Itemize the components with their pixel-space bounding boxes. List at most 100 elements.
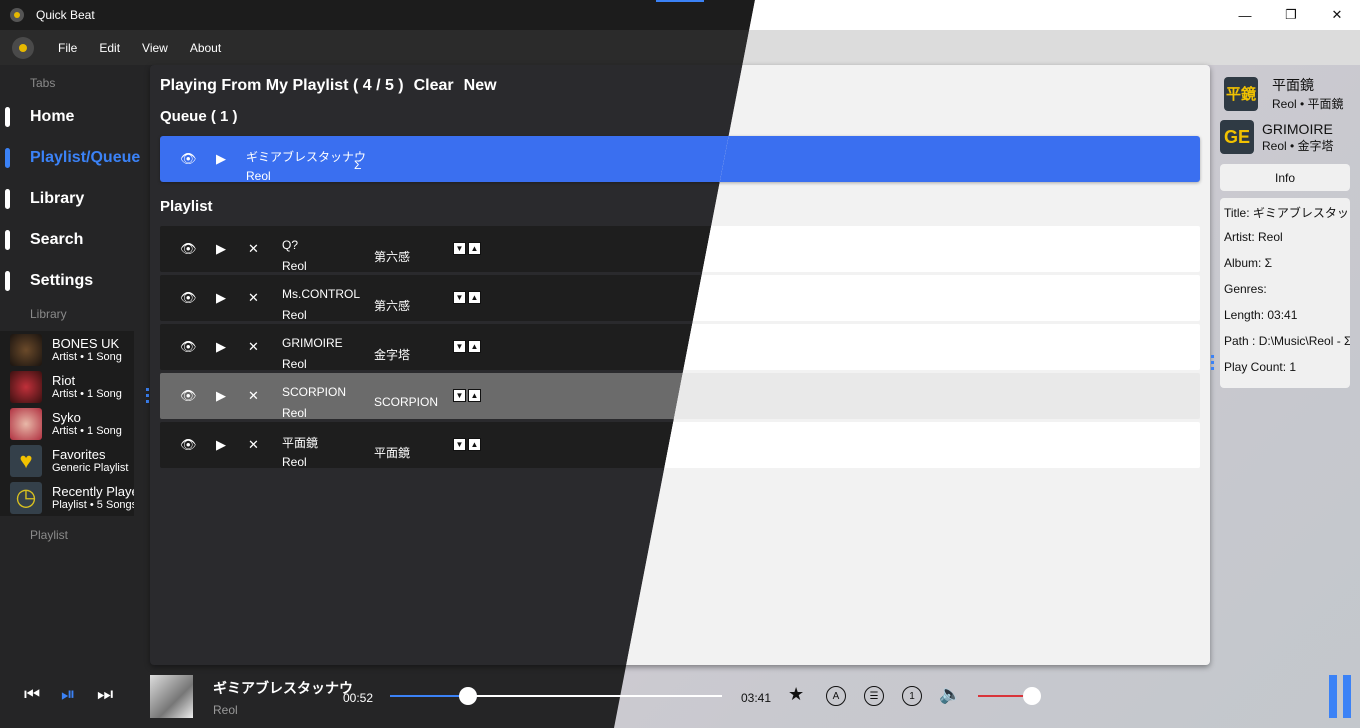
move-down-icon[interactable]: ▼ [453,438,466,451]
remove-icon[interactable]: ✕ [248,241,259,257]
tab-label: Home [30,108,75,125]
track-album: SCORPION [374,395,439,409]
duration-time: 03:41 [741,691,772,705]
item-name: Syko [52,410,81,425]
track-album: 金字塔 [374,348,411,362]
library-item[interactable]: SykoArtist • 1 Song [0,405,134,442]
library-item[interactable]: ◷ Recently PlayedPlaylist • 5 Songs [0,479,134,516]
library-item[interactable]: ♥ FavoritesGeneric Playlist [0,442,134,479]
eye-icon[interactable]: 👁 [180,437,197,453]
move-up-icon[interactable]: ▲ [468,242,481,255]
minimize-button[interactable]: — [1222,0,1268,30]
move-down-icon[interactable]: ▼ [453,242,466,255]
eye-icon[interactable]: 👁 [180,241,197,257]
recent-track[interactable]: 平鏡 平面鏡 Reol • 平面鏡 [1224,75,1344,112]
next-icon[interactable]: ⏭ [97,684,113,705]
track-album: Σ [354,158,362,172]
track-info: Title: ギミアブレスタッナウ Artist: Reol Album: Σ … [1220,198,1350,388]
play-pause-icon[interactable]: ⏯ [61,684,75,705]
play-icon[interactable]: ▶ [216,388,226,404]
library-item[interactable]: RiotArtist • 1 Song [0,368,134,405]
track-title: SCORPION [282,385,347,399]
clock-icon: ◷ [10,481,42,514]
move-down-icon[interactable]: ▼ [453,291,466,304]
tab-label: Library [30,190,85,207]
play-icon[interactable]: ▶ [216,241,226,257]
maximize-button[interactable]: ❐ [1268,0,1314,30]
remove-icon[interactable]: ✕ [248,388,259,404]
recent-sub: Reol • 平面鏡 [1272,97,1344,111]
sidebar: Tabs Home Playlist/Queue Library Search … [0,65,150,665]
track-album: 第六感 [374,250,411,264]
menu-about[interactable]: About [190,41,221,55]
repeat-one-icon[interactable]: 1 [902,686,922,706]
library-label: Library [30,307,67,321]
move-up-icon[interactable]: ▲ [468,389,481,402]
playlist-label: Playlist [30,528,69,542]
disc-logo-icon [12,36,34,59]
autoplay-icon[interactable]: A [826,686,846,706]
new-button[interactable]: New [464,77,497,94]
recent-track[interactable]: GE GRIMOIREReol • 金字塔 [1220,120,1334,154]
recent-sub: Reol • 金字塔 [1262,138,1334,153]
recent-title: 平面鏡 [1272,77,1314,93]
seek-fill [390,695,469,697]
info-genres: Genres: [1224,282,1267,296]
remove-icon[interactable]: ✕ [248,437,259,453]
menu-file[interactable]: File [58,41,77,55]
eye-icon[interactable]: 👁 [180,388,197,404]
right-resize-handle[interactable] [1211,355,1214,371]
track-title: GRIMOIRE [282,336,343,350]
track-title: 平面鏡 [282,436,319,450]
move-down-icon[interactable]: ▼ [453,389,466,402]
play-icon[interactable]: ▶ [216,290,226,306]
tab-playlist-queue[interactable]: Playlist/Queue [0,143,140,173]
item-sub: Artist • 1 Song [52,351,122,363]
volume-thumb[interactable] [1023,687,1041,705]
window-title: Quick Beat [36,8,95,22]
clear-button[interactable]: Clear [414,77,454,94]
recent-title: GRIMOIRE [1262,120,1333,137]
tab-settings[interactable]: Settings [0,266,93,296]
tab-library[interactable]: Library [0,184,84,214]
previous-icon[interactable]: ⏮ [24,684,40,705]
eye-icon[interactable]: 👁 [180,290,197,306]
item-name: Recently Played [52,484,134,499]
play-icon[interactable]: ▶ [216,437,226,453]
menu-edit[interactable]: Edit [99,41,120,55]
library-list: BONES UKArtist • 1 Song RiotArtist • 1 S… [0,331,134,516]
seek-thumb[interactable] [459,687,478,705]
elapsed-time: 00:52 [343,691,374,705]
queue-heading: Queue ( 1 ) [160,108,238,125]
artist-thumbnail [10,407,42,440]
move-up-icon[interactable]: ▲ [468,291,481,304]
volume-icon[interactable]: 🔈 [939,684,961,705]
item-sub: Playlist • 5 Songs [52,499,134,511]
remove-icon[interactable]: ✕ [248,339,259,355]
remove-icon[interactable]: ✕ [248,290,259,306]
track-album: 平面鏡 [374,446,411,460]
eye-icon[interactable]: 👁 [180,151,197,167]
heart-icon: ♥ [10,444,42,477]
move-up-icon[interactable]: ▲ [468,340,481,353]
tab-home[interactable]: Home [0,102,74,132]
artist-thumbnail [10,370,42,403]
info-button[interactable]: Info [1220,164,1350,191]
move-up-icon[interactable]: ▲ [468,438,481,451]
sidebar-resize-handle[interactable] [146,388,149,404]
pause-icon[interactable] [1329,675,1351,718]
tab-search[interactable]: Search [0,225,83,255]
menu-view[interactable]: View [142,41,168,55]
shuffle-icon[interactable]: ☰ [864,686,884,706]
library-item[interactable]: BONES UKArtist • 1 Song [0,331,134,368]
info-title: Title: ギミアブレスタッナウ [1224,206,1350,220]
close-button[interactable]: ✕ [1314,0,1360,30]
play-icon[interactable]: ▶ [216,151,226,167]
artist-thumbnail [10,333,42,366]
move-down-icon[interactable]: ▼ [453,340,466,353]
track-album: 第六感 [374,299,411,313]
panel-heading: Playing From My Playlist ( 4 / 5 ) Clear N… [160,77,507,95]
play-icon[interactable]: ▶ [216,339,226,355]
eye-icon[interactable]: 👁 [180,339,197,355]
star-icon[interactable]: ★ [788,684,804,705]
